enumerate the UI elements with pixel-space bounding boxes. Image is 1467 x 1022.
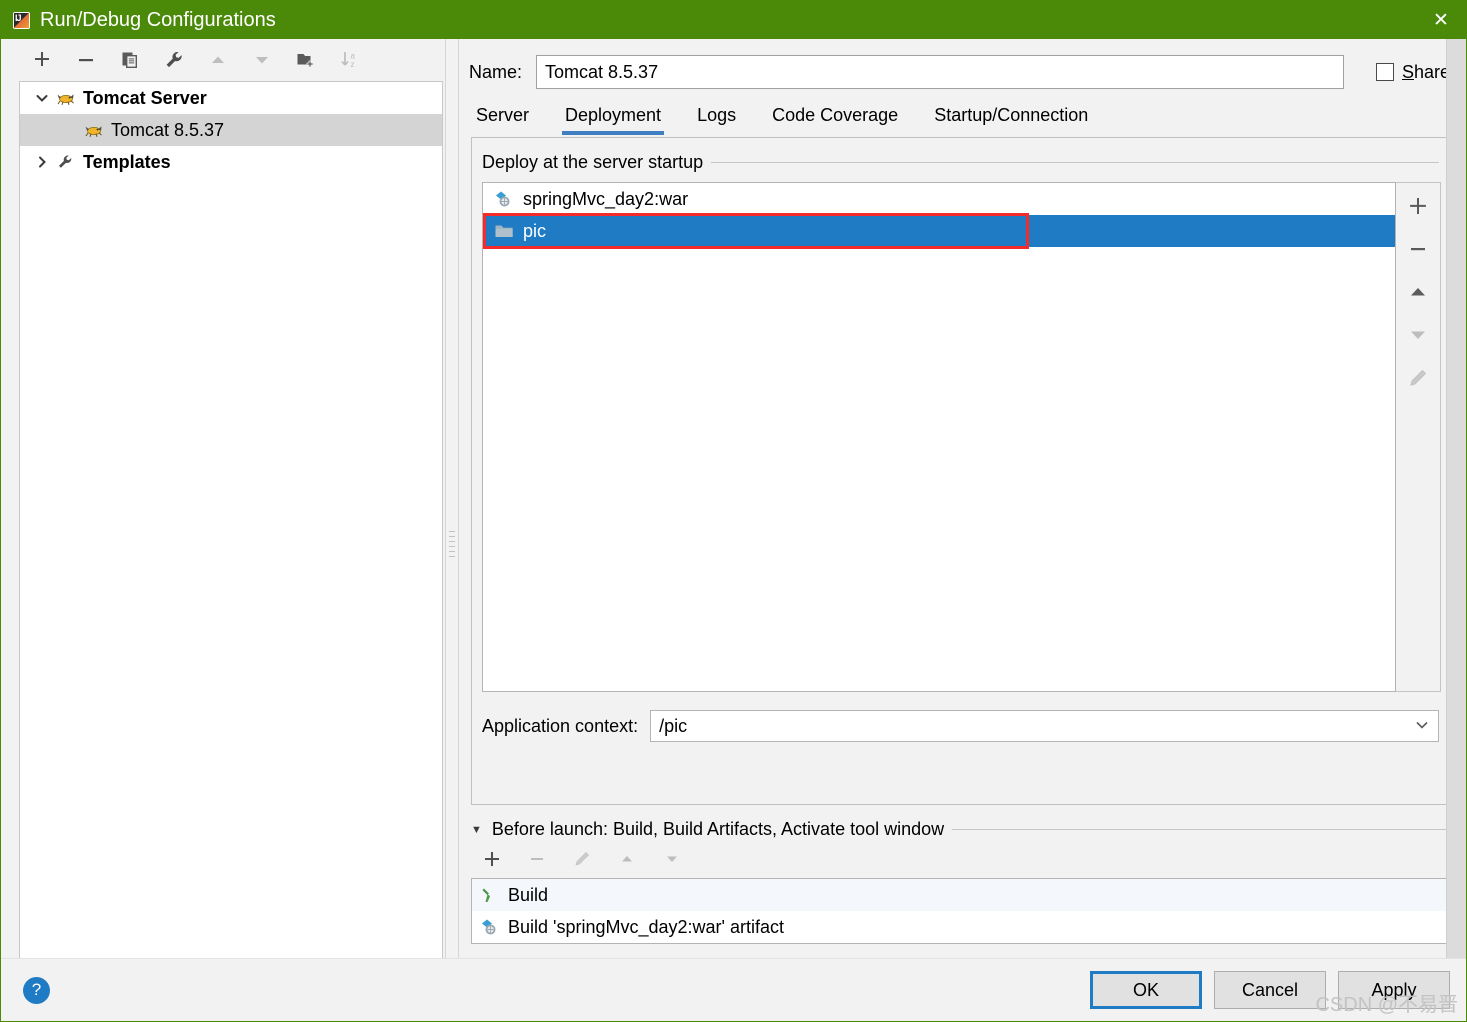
configuration-editor-panel: Name: Share Server Deployment Logs Code … <box>459 39 1466 958</box>
remove-task-button <box>524 846 550 872</box>
build-hammer-icon <box>478 885 502 905</box>
list-item-label: Build <box>508 884 549 905</box>
deployment-list-toolbar <box>1396 182 1441 692</box>
move-task-up-button <box>614 846 640 872</box>
deploy-group-title: Deploy at the server startup <box>482 152 704 172</box>
tree-node-templates[interactable]: Templates <box>20 146 442 178</box>
list-item[interactable]: springMvc_day2:war <box>483 183 1395 215</box>
list-item-label: springMvc_day2:war <box>523 188 689 209</box>
move-task-down-button <box>659 846 685 872</box>
share-label: Share <box>1402 62 1450 83</box>
tab-bar: Server Deployment Logs Code Coverage Sta… <box>459 91 1466 135</box>
name-row: Name: Share <box>459 53 1466 91</box>
intellij-idea-icon <box>13 11 30 29</box>
tree-node-label: Templates <box>83 151 171 172</box>
configurations-panel: a z Tomcat Server Tomcat 8.5.37 Template… <box>1 39 445 958</box>
chevron-down-icon[interactable] <box>30 86 54 110</box>
help-icon[interactable]: ? <box>23 976 50 1004</box>
edit-task-button <box>569 846 595 872</box>
name-label: Name: <box>469 61 523 82</box>
application-context-value: /pic <box>659 715 688 736</box>
add-task-button[interactable] <box>479 846 505 872</box>
configurations-tree[interactable]: Tomcat Server Tomcat 8.5.37 Templates <box>19 81 443 958</box>
share-label-rest: hare <box>1413 61 1450 82</box>
list-item-label: Build 'springMvc_day2:war' artifact <box>508 916 784 937</box>
wrench-icon <box>54 152 76 172</box>
apply-button[interactable]: Apply <box>1338 971 1450 1009</box>
tree-node-tomcat-server[interactable]: Tomcat Server <box>20 82 442 114</box>
triangle-down-icon <box>249 47 275 73</box>
run-debug-configurations-dialog: Run/Debug Configurations ✕ <box>0 0 1467 1022</box>
application-context-label: Application context: <box>482 715 639 736</box>
panel-splitter[interactable] <box>445 39 459 958</box>
deploy-list-wrap: springMvc_day2:war pic <box>482 182 1441 692</box>
dialog-footer: ? OK Cancel Apply CSDN @不易晋 <box>1 958 1466 1021</box>
add-configuration-button[interactable] <box>29 47 55 73</box>
tree-node-label: Tomcat 8.5.37 <box>111 119 225 140</box>
move-artifact-up-button[interactable] <box>1403 277 1433 307</box>
share-mnemonic: S <box>1401 61 1414 82</box>
application-context-row: Application context: /pic <box>482 710 1439 742</box>
list-item[interactable]: Build <box>472 879 1455 911</box>
ok-button[interactable]: OK <box>1090 971 1202 1009</box>
tree-node-label: Tomcat Server <box>83 87 207 108</box>
group-separator <box>711 162 1439 163</box>
dialog-body: a z Tomcat Server Tomcat 8.5.37 Template… <box>1 39 1466 958</box>
name-input[interactable] <box>536 55 1344 89</box>
chevron-down-icon[interactable] <box>1414 719 1430 734</box>
application-context-combobox[interactable]: /pic <box>650 710 1439 742</box>
edit-artifact-button <box>1403 363 1433 393</box>
tab-code-coverage[interactable]: Code Coverage <box>769 105 901 135</box>
cancel-button[interactable]: Cancel <box>1214 971 1326 1009</box>
remove-artifact-button[interactable] <box>1403 234 1433 264</box>
before-launch-list[interactable]: Build Build 'springMvc_day2:war' artifac… <box>471 878 1456 944</box>
deployment-list[interactable]: springMvc_day2:war pic <box>482 182 1396 692</box>
tab-deployment[interactable]: Deployment <box>562 105 665 135</box>
before-launch-header[interactable]: ▼ Before launch: Build, Build Artifacts,… <box>471 819 1456 840</box>
close-icon[interactable]: ✕ <box>1416 1 1466 39</box>
tree-node-tomcat-8-5-37[interactable]: Tomcat 8.5.37 <box>20 114 442 146</box>
folder-icon <box>493 221 515 241</box>
share-checkbox-group[interactable]: Share <box>1375 62 1450 83</box>
configurations-toolbar: a z <box>1 39 445 81</box>
tab-startup-connection[interactable]: Startup/Connection <box>931 105 1091 135</box>
deploy-group-header: Deploy at the server startup <box>482 152 1439 173</box>
sort-az-icon: a z <box>337 47 363 73</box>
add-artifact-button[interactable] <box>1403 191 1433 221</box>
tomcat-icon <box>82 120 104 140</box>
title-bar: Run/Debug Configurations ✕ <box>1 1 1466 39</box>
group-separator <box>952 829 1456 830</box>
triangle-down-icon[interactable]: ▼ <box>471 824 482 836</box>
list-item-label: pic <box>523 220 547 241</box>
copy-icon[interactable] <box>117 47 143 73</box>
move-artifact-down-button <box>1403 320 1433 350</box>
remove-configuration-button[interactable] <box>73 47 99 73</box>
svg-text:z: z <box>351 60 355 69</box>
triangle-up-icon <box>205 47 231 73</box>
list-item[interactable]: pic <box>483 215 1395 247</box>
before-launch-toolbar <box>471 840 1456 878</box>
vertical-scrollbar[interactable] <box>1446 39 1466 958</box>
artifact-icon <box>478 917 502 937</box>
folder-add-icon[interactable] <box>293 47 319 73</box>
artifact-icon <box>493 189 515 209</box>
tab-server[interactable]: Server <box>473 105 532 135</box>
before-launch-title: Before launch: Build, Build Artifacts, A… <box>491 819 945 839</box>
wrench-icon[interactable] <box>161 47 187 73</box>
deployment-tab-panel: Deploy at the server startup springMvc_d… <box>471 137 1456 805</box>
share-checkbox[interactable] <box>1375 63 1394 81</box>
tab-logs[interactable]: Logs <box>694 105 739 135</box>
list-item[interactable]: Build 'springMvc_day2:war' artifact <box>472 911 1455 943</box>
before-launch-section: ▼ Before launch: Build, Build Artifacts,… <box>471 819 1456 944</box>
chevron-right-icon[interactable] <box>30 150 54 174</box>
window-title: Run/Debug Configurations <box>40 8 276 31</box>
tomcat-icon <box>54 88 76 108</box>
splitter-grip <box>449 531 455 561</box>
